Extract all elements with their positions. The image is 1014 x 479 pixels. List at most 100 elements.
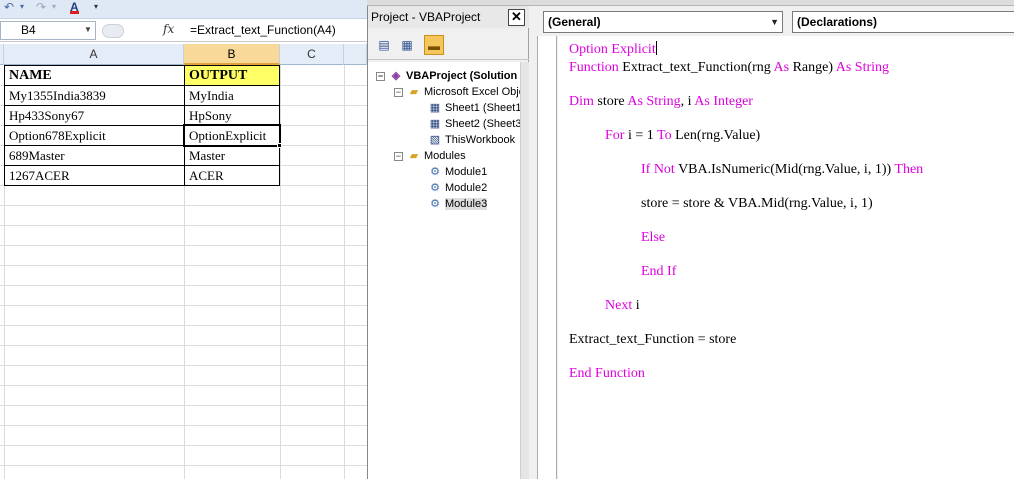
keyword: If Not <box>641 162 675 177</box>
code-window: (General) ▼ (Declarations) Option Explic… <box>529 6 1014 479</box>
keyword: As Integer <box>694 94 753 109</box>
code-line-4[interactable]: For i = 1 To Len(rng.Value) <box>605 127 760 145</box>
cell-a5[interactable]: 689Master <box>4 145 185 166</box>
undo-icon[interactable]: ↶ <box>4 0 14 14</box>
code-text: i = 1 <box>624 128 657 143</box>
keyword: Next <box>605 298 633 313</box>
cell-b2[interactable]: MyIndia <box>184 85 280 106</box>
module-icon: ⚙ <box>430 182 440 195</box>
redo-dropdown-icon: ▾ <box>52 2 57 11</box>
keyword: Then <box>894 162 924 177</box>
object-dropdown[interactable]: (General) ▼ <box>543 11 783 33</box>
column-headers: A B C <box>0 44 367 65</box>
code-line-11[interactable]: End Function <box>569 365 645 383</box>
tree-item-label: Sheet2 (Sheet3 <box>445 118 520 130</box>
tree-item-module1[interactable]: ⚙ Module1 <box>428 164 487 180</box>
keyword: End If <box>641 264 677 279</box>
folder-icon: ▰ <box>409 86 419 99</box>
cell-a6[interactable]: 1267ACER <box>4 165 185 186</box>
code-line-7[interactable]: Else <box>641 229 665 247</box>
code-line-5[interactable]: If Not VBA.IsNumeric(Mid(rng.Value, i, 1… <box>641 161 923 179</box>
cell-a3[interactable]: Hp433Sony67 <box>4 105 185 126</box>
sheet-icon: ▦ <box>429 118 441 131</box>
font-color-icon[interactable]: A <box>70 0 79 14</box>
undo-dropdown-icon[interactable]: ▾ <box>20 0 24 14</box>
code-line-6[interactable]: store = store & VBA.Mid(rng.Value, i, 1) <box>641 195 873 213</box>
code-text: VBA.IsNumeric(Mid(rng.Value, i, 1)) <box>674 162 895 177</box>
code-editor[interactable]: Option Explicit Function Extract_text_Fu… <box>558 36 1014 479</box>
procedure-dropdown[interactable]: (Declarations) <box>792 11 1014 33</box>
cell-b3[interactable]: HpSony <box>184 105 280 126</box>
tree-item-vbaproject[interactable]: − ◈ VBAProject (Solution <box>376 68 517 84</box>
code-text: store = store & VBA.Mid(rng.Value, i, 1) <box>641 196 873 211</box>
keyword: To <box>657 128 672 143</box>
tree-item-module2[interactable]: ⚙ Module2 <box>428 180 487 196</box>
column-header-b[interactable]: B <box>184 44 280 65</box>
code-line-8[interactable]: End If <box>641 263 676 281</box>
code-line-10[interactable]: Extract_text_Function = store <box>569 331 736 349</box>
tree-item-sheet1[interactable]: ▦ Sheet1 (Sheet1 <box>428 100 520 116</box>
keyword: As <box>773 60 790 75</box>
tree-item-excel-objects[interactable]: − ▰ Microsoft Excel Obje <box>394 84 520 100</box>
tree-item-thisworkbook[interactable]: ▧ ThisWorkbook <box>428 132 515 148</box>
toggle-folders-icon[interactable]: ▬ <box>424 35 444 55</box>
column-header-d[interactable] <box>344 44 367 65</box>
formula-input[interactable]: =Extract_text_Function(A4) <box>186 21 367 40</box>
cell-a1[interactable]: NAME <box>4 65 185 86</box>
view-code-icon[interactable]: ▤ <box>374 35 394 55</box>
module-icon: ⚙ <box>430 166 440 179</box>
tree-item-label: ThisWorkbook <box>445 134 516 146</box>
keyword: Else <box>641 230 666 245</box>
code-window-edge <box>529 36 537 479</box>
object-dropdown-value: (General) <box>548 15 601 29</box>
cell-b6[interactable]: ACER <box>184 165 280 186</box>
tree-item-label: Module1 <box>445 166 488 178</box>
chevron-down-icon[interactable]: ▼ <box>770 12 779 32</box>
margin-indicator-bar[interactable] <box>537 36 557 479</box>
cell-a4[interactable]: Option678Explicit <box>4 125 185 146</box>
keyword: End Function <box>569 366 645 381</box>
folder-icon: ▰ <box>409 150 419 163</box>
formula-bar: B4 ▼ fx =Extract_text_Function(A4) <box>0 20 367 42</box>
project-explorer-toolbar: ▤ ▦ ▬ <box>368 30 530 60</box>
cell-b5[interactable]: Master <box>184 145 280 166</box>
keyword: As String <box>835 60 890 75</box>
worksheet-grid[interactable]: NAME OUTPUT My1355India3839 MyIndia Hp43… <box>0 65 367 479</box>
project-tree: − ◈ VBAProject (Solution − ▰ Microsoft Excel… <box>368 62 520 479</box>
collapse-icon[interactable]: − <box>394 87 403 97</box>
code-line-3[interactable]: Dim store As String, i As Integer <box>569 93 753 111</box>
insert-function-icon[interactable]: fx <box>163 22 174 36</box>
sheet-icon: ▦ <box>429 102 441 115</box>
tree-item-module3[interactable]: ⚙ Module3 <box>428 196 488 212</box>
column-header-a[interactable]: A <box>4 44 184 65</box>
code-line-2[interactable]: Function Extract_text_Function(rng As Ra… <box>569 59 889 77</box>
quick-access-toolbar: ↶ ▾ ↷ ▾ A ▾ <box>0 0 367 19</box>
tree-item-label: Sheet1 (Sheet1 <box>445 102 520 114</box>
cell-b4[interactable]: OptionExplicit <box>184 125 280 146</box>
tree-item-sheet2[interactable]: ▦ Sheet2 (Sheet3 <box>428 116 520 132</box>
cell-b1[interactable]: OUTPUT <box>184 65 280 86</box>
code-text: i <box>632 298 640 313</box>
code-line-1[interactable]: Option Explicit <box>569 41 657 59</box>
code-line-9[interactable]: Next i <box>605 297 640 315</box>
keyword: Dim <box>569 94 594 109</box>
name-box[interactable]: B4 <box>0 21 96 40</box>
customize-toolbar-icon[interactable]: ▾ <box>94 0 98 14</box>
keyword: Option Explicit <box>569 42 656 57</box>
view-object-icon[interactable]: ▦ <box>397 35 417 55</box>
cell-a2[interactable]: My1355India3839 <box>4 85 185 106</box>
redo-icon[interactable]: ↷ <box>36 0 46 14</box>
tree-item-modules[interactable]: − ▰ Modules <box>394 148 466 164</box>
formula-bar-splitter[interactable] <box>102 24 124 38</box>
close-icon[interactable]: ✕ <box>508 9 525 26</box>
code-window-header: (General) ▼ (Declarations) <box>529 6 1014 36</box>
excel-window: ↶ ▾ ↷ ▾ A ▾ B4 ▼ fx =Extract_text_Functi… <box>0 0 367 479</box>
collapse-icon[interactable]: − <box>376 71 385 81</box>
chevron-down-icon[interactable]: ▼ <box>84 21 92 38</box>
column-header-c[interactable]: C <box>280 44 344 65</box>
collapse-icon[interactable]: − <box>394 151 403 161</box>
code-text: , i <box>680 94 695 109</box>
tree-item-label: Microsoft Excel Obje <box>424 86 520 98</box>
fill-handle[interactable] <box>277 143 282 148</box>
tree-item-label: Module2 <box>445 182 488 194</box>
